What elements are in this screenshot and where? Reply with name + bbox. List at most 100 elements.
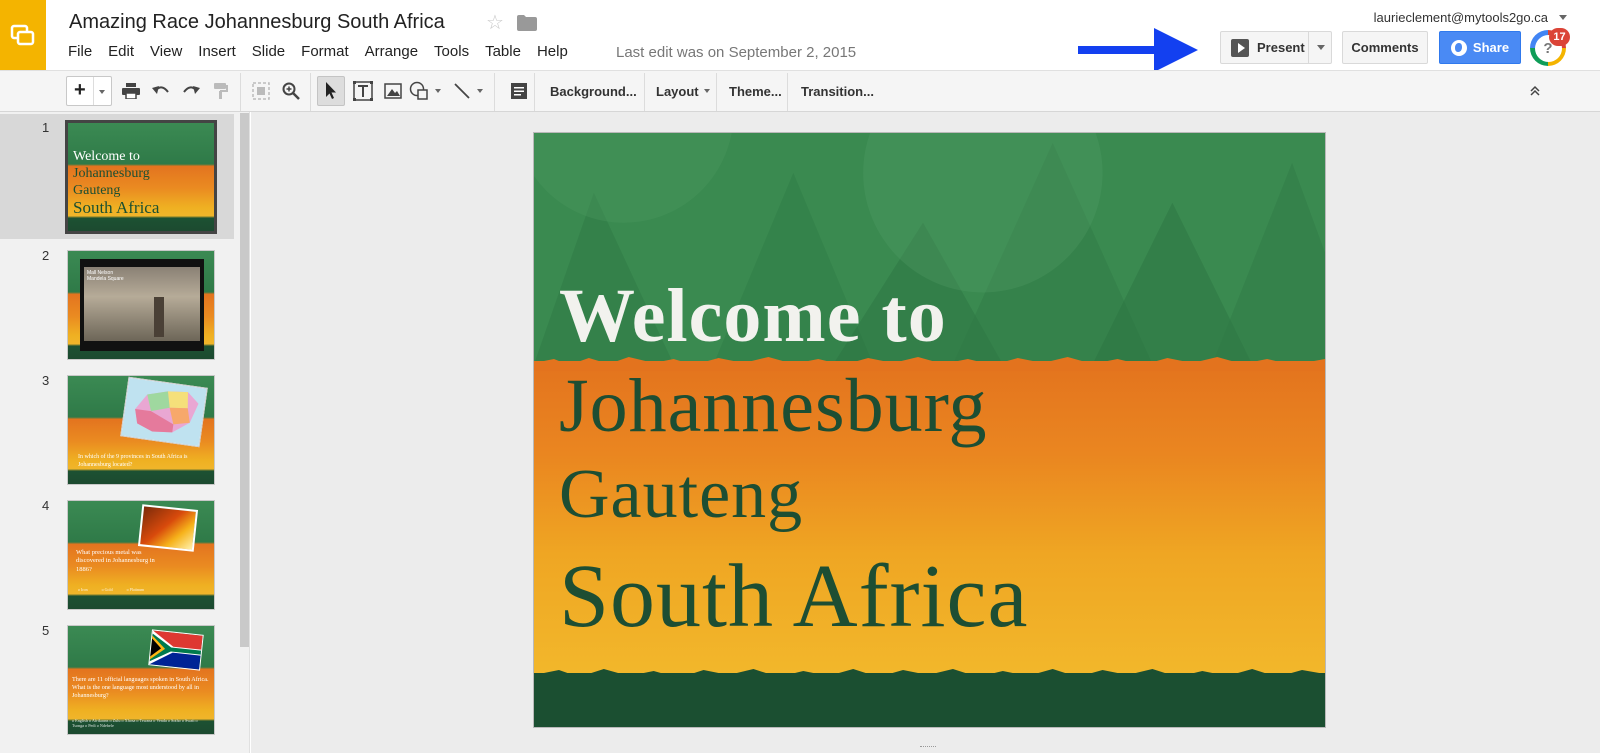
statue-shape [154, 297, 164, 337]
shape-icon[interactable] [408, 76, 442, 106]
slide-question: What precious metal was discovered in Jo… [76, 549, 155, 573]
print-icon[interactable] [118, 76, 144, 106]
mine-headframe-image [137, 504, 199, 552]
slide-title-line-4[interactable]: South Africa [559, 545, 1028, 648]
main-slide[interactable]: Welcome to Johannesburg Gauteng South Af… [533, 132, 1326, 728]
comments-button[interactable]: Comments [1342, 31, 1428, 64]
annotation-arrow-icon [1078, 28, 1198, 72]
slide-thumb-image: In which of the 9 provinces in South Afr… [67, 375, 215, 485]
collapse-icon[interactable] [1522, 76, 1548, 106]
slide-thumbnail-3[interactable]: 3 In which of the 9 provinces in South A… [0, 367, 234, 492]
toolbar-separator [787, 73, 788, 111]
slide-thumbnail-4[interactable]: 4 What precious metal was discovered in … [0, 492, 234, 617]
slide-torn-edge-bottom [534, 669, 1325, 683]
menu-file[interactable]: File [68, 43, 92, 60]
answer-options: o Iron o Gold o Platinum [78, 587, 208, 592]
share-label: Share [1472, 40, 1510, 55]
slide-number: 4 [42, 498, 50, 513]
thumb-line: South Africa [73, 198, 160, 217]
slide-number: 3 [42, 373, 50, 388]
menu-edit[interactable]: Edit [108, 43, 134, 60]
menu-help[interactable]: Help [537, 43, 568, 60]
transition-button[interactable]: Transition... [801, 76, 874, 106]
theme-button[interactable]: Theme... [729, 76, 782, 106]
menu-insert[interactable]: Insert [198, 43, 236, 60]
star-icon[interactable]: ☆ [486, 10, 504, 35]
play-icon [1231, 38, 1249, 57]
menu-tools[interactable]: Tools [434, 43, 469, 60]
slide-thumbnail-1[interactable]: 1 Welcome to Johannesburg Gauteng South … [0, 114, 234, 239]
video-still: Mall Nelson Mandela Square [84, 267, 200, 341]
menu-view[interactable]: View [150, 43, 182, 60]
last-edit-link[interactable]: Last edit was on September 2, 2015 [616, 44, 856, 61]
plus-icon: + [74, 79, 86, 101]
filmstrip-scrollbar[interactable] [240, 113, 249, 647]
menu-table[interactable]: Table [485, 43, 521, 60]
notification-badge: 17 [1549, 28, 1570, 46]
answer-option: o Gold [101, 587, 113, 592]
present-label: Present [1257, 40, 1305, 55]
speaker-notes-icon[interactable] [506, 76, 532, 106]
slide-question: There are 11 official languages spoken i… [72, 676, 209, 700]
new-slide-separator [93, 77, 94, 105]
toolbar-separator [534, 73, 535, 111]
folder-icon[interactable] [517, 15, 537, 31]
shape-caret-icon [435, 89, 441, 93]
toolbar-separator [240, 73, 241, 111]
answer-option: o Iron [78, 587, 88, 592]
textbox-icon[interactable] [350, 76, 376, 106]
line-icon[interactable] [450, 76, 486, 106]
flag-icon [148, 629, 204, 671]
slide-number: 5 [42, 623, 50, 638]
menu-format[interactable]: Format [301, 43, 349, 60]
thumb-line: Welcome to [73, 149, 140, 164]
slide-thumbnail-5[interactable]: 5 There are 11 official languages spoken… [0, 617, 234, 742]
slide-thumb-image: Welcome to Johannesburg Gauteng South Af… [65, 120, 217, 234]
toolbar-separator [644, 73, 645, 111]
globe-icon [1450, 39, 1467, 56]
map-image [120, 376, 208, 448]
slide-thumbnail-2[interactable]: 2 Mall Nelson Mandela Square [0, 242, 234, 367]
toolbar-separator [716, 73, 717, 111]
menu-slide[interactable]: Slide [252, 43, 285, 60]
header: Amazing Race Johannesburg South Africa ☆… [0, 0, 1600, 72]
zoom-fit-icon[interactable] [248, 76, 274, 106]
toolbar: + Background... Layout Theme... Transiti… [0, 70, 1600, 112]
toolbar-separator [494, 73, 495, 111]
menu-arrange[interactable]: Arrange [365, 43, 418, 60]
image-icon[interactable] [380, 76, 406, 106]
redo-icon[interactable] [178, 76, 204, 106]
background-button[interactable]: Background... [550, 76, 637, 106]
slide-question: In which of the 9 provinces in South Afr… [78, 454, 188, 468]
slide-number: 1 [42, 120, 50, 135]
paint-format-icon[interactable] [208, 76, 234, 106]
undo-icon[interactable] [148, 76, 174, 106]
thumb-line: Johannesburg [73, 166, 150, 181]
answer-option: o Platinum [126, 587, 145, 592]
zoom-icon[interactable] [278, 76, 304, 106]
new-slide-button[interactable]: + [66, 76, 112, 106]
slide-thumb-image: There are 11 official languages spoken i… [67, 625, 215, 735]
thumb-line: Gauteng [73, 183, 121, 198]
layout-caret-icon [703, 89, 710, 93]
slides-logo-icon[interactable] [0, 0, 46, 70]
speaker-notes-resize-handle[interactable] [920, 746, 936, 749]
present-dropdown-button[interactable] [1308, 31, 1332, 64]
account-caret-icon[interactable] [1559, 15, 1567, 20]
layout-button[interactable]: Layout [656, 76, 710, 106]
slide-title-line-2[interactable]: Johannesburg [559, 363, 988, 450]
new-slide-caret-icon[interactable] [99, 90, 105, 94]
account-email[interactable]: laurieclement@mytools2go.ca [1374, 10, 1548, 25]
select-arrow-icon[interactable] [317, 76, 345, 106]
menu-bar: File Edit View Insert Slide Format Arran… [68, 43, 584, 60]
document-title[interactable]: Amazing Race Johannesburg South Africa [69, 11, 445, 34]
answer-options: o English o Afrikaans o Zulu o Xhosa o T… [72, 718, 198, 729]
share-button[interactable]: Share [1439, 31, 1521, 64]
toolbar-separator [310, 73, 311, 111]
slide-title-line-1[interactable]: Welcome to [559, 273, 947, 360]
slide-number: 2 [42, 248, 50, 263]
slide-thumb-image: Mall Nelson Mandela Square [67, 250, 215, 360]
slide-title-line-3[interactable]: Gauteng [559, 455, 803, 535]
slide-thumb-image: What precious metal was discovered in Jo… [67, 500, 215, 610]
layout-label: Layout [656, 83, 699, 99]
